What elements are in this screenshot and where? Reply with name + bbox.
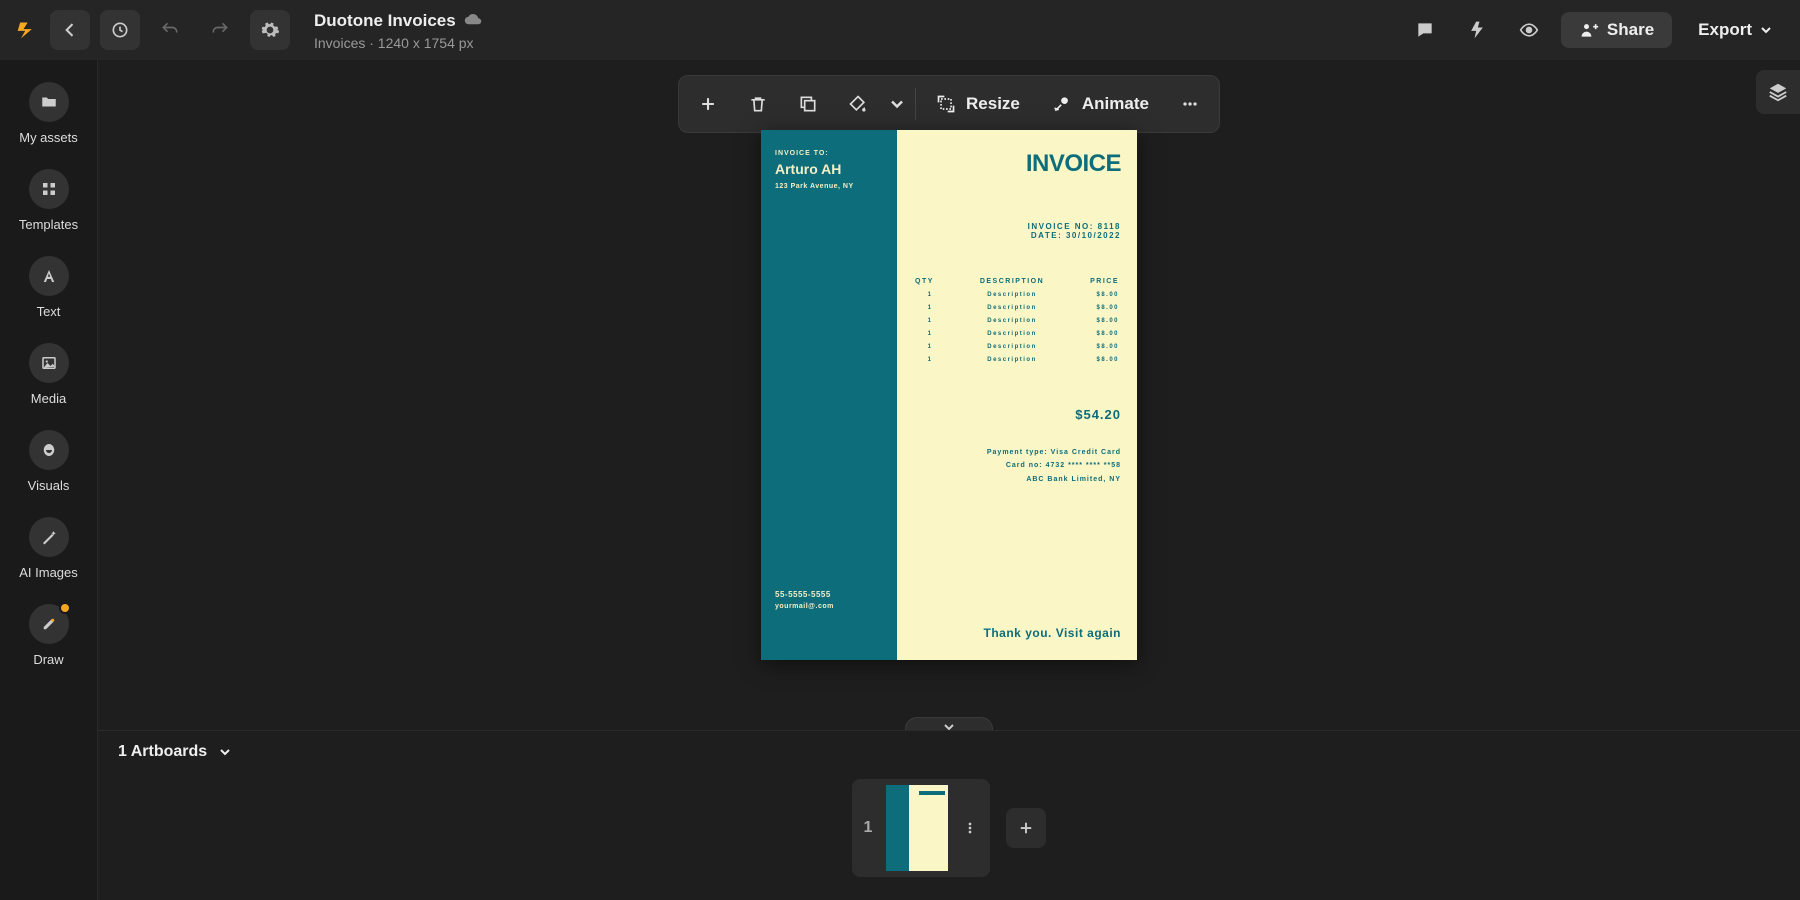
sidebar-item-label: My assets (19, 130, 78, 145)
invoice-total[interactable]: $54.20 (913, 407, 1121, 422)
invoice-bank[interactable]: ABC Bank Limited, NY (913, 473, 1121, 486)
visuals-icon (29, 430, 69, 470)
undo-button[interactable] (150, 10, 190, 50)
th-price: PRICE (1079, 278, 1119, 285)
invoice-number[interactable]: INVOICE NO: 8118 (913, 222, 1121, 231)
share-button[interactable]: Share (1561, 12, 1672, 48)
invoice-row[interactable]: 1Description$8.00 (913, 350, 1121, 363)
brush-icon (29, 604, 69, 644)
artboard-invoice[interactable]: INVOICE TO: Arturo AH 123 Park Avenue, N… (761, 130, 1137, 660)
text-icon (29, 256, 69, 296)
fill-button[interactable] (833, 80, 883, 128)
invoice-row[interactable]: 1Description$8.00 (913, 311, 1121, 324)
artboard-thumbnail[interactable]: 1 (852, 779, 991, 877)
export-label: Export (1698, 20, 1752, 40)
artboards-panel: 1 Artboards 1 (98, 730, 1800, 900)
th-desc: DESCRIPTION (945, 278, 1079, 285)
sidebar-item-label: Text (37, 304, 61, 319)
share-label: Share (1607, 20, 1654, 40)
add-button[interactable] (683, 80, 733, 128)
top-bar-right: Share Export (1405, 10, 1788, 50)
comment-button[interactable] (1405, 10, 1445, 50)
invoice-table[interactable]: QTY DESCRIPTION PRICE 1Description$8.00 … (913, 278, 1121, 363)
invoice-row[interactable]: 1Description$8.00 (913, 298, 1121, 311)
sidebar: My assets Templates Text Media Visuals A… (0, 60, 98, 900)
canvas-area[interactable]: Resize Animate INVOICE TO: Arturo AH 123… (98, 60, 1800, 900)
invoice-to-name[interactable]: Arturo AH (775, 161, 883, 177)
sidebar-item-label: Draw (33, 652, 63, 667)
delete-button[interactable] (733, 80, 783, 128)
invoice-phone[interactable]: 55-5555-5555 (775, 590, 834, 599)
invoice-row[interactable]: 1Description$8.00 (913, 337, 1121, 350)
invoice-card-no[interactable]: Card no: 4732 **** **** **58 (913, 459, 1121, 472)
bolt-button[interactable] (1457, 10, 1497, 50)
invoice-date[interactable]: DATE: 30/10/2022 (913, 231, 1121, 240)
invoice-row[interactable]: 1Description$8.00 (913, 324, 1121, 337)
cloud-sync-icon (464, 10, 482, 33)
invoice-payment-type[interactable]: Payment type: Visa Credit Card (913, 446, 1121, 459)
layers-panel-toggle[interactable] (1756, 70, 1800, 114)
floating-toolbar: Resize Animate (678, 75, 1220, 133)
wand-icon (29, 517, 69, 557)
sidebar-item-text[interactable]: Text (0, 246, 98, 333)
fill-dropdown[interactable] (883, 80, 911, 128)
invoice-to-label[interactable]: INVOICE TO: (775, 150, 883, 157)
folder-icon (29, 82, 69, 122)
title-block: Duotone Invoices Invoices · 1240 x 1754 … (314, 10, 482, 51)
artboards-count: 1 Artboards (118, 743, 207, 761)
top-bar: Duotone Invoices Invoices · 1240 x 1754 … (0, 0, 1800, 60)
add-artboard-button[interactable] (1006, 808, 1046, 848)
chevron-down-icon (217, 744, 233, 760)
sidebar-item-label: Visuals (28, 478, 70, 493)
th-qty: QTY (915, 278, 945, 285)
redo-button[interactable] (200, 10, 240, 50)
invoice-to-address[interactable]: 123 Park Avenue, NY (775, 183, 883, 190)
sidebar-item-draw[interactable]: Draw (0, 594, 98, 681)
preview-button[interactable] (1509, 10, 1549, 50)
notification-dot-icon (59, 602, 71, 614)
animate-button[interactable]: Animate (1036, 80, 1165, 128)
thumbnail-number: 1 (858, 819, 879, 837)
app-logo-icon[interactable] (12, 16, 40, 44)
sidebar-item-visuals[interactable]: Visuals (0, 420, 98, 507)
thumbnail-preview (886, 785, 948, 871)
animate-label: Animate (1082, 94, 1149, 114)
sidebar-item-myassets[interactable]: My assets (0, 72, 98, 159)
invoice-email[interactable]: yourmail@.com (775, 603, 834, 610)
sidebar-item-aiimages[interactable]: AI Images (0, 507, 98, 594)
duplicate-button[interactable] (783, 80, 833, 128)
invoice-row[interactable]: 1Description$8.00 (913, 285, 1121, 298)
resize-button[interactable]: Resize (920, 80, 1036, 128)
invoice-title[interactable]: INVOICE (913, 150, 1121, 178)
clock-icon[interactable] (100, 10, 140, 50)
toolbar-separator (915, 88, 916, 120)
artboards-header[interactable]: 1 Artboards (98, 731, 1800, 773)
sidebar-item-media[interactable]: Media (0, 333, 98, 420)
project-subtitle: Invoices · 1240 x 1754 px (314, 35, 482, 51)
sidebar-item-templates[interactable]: Templates (0, 159, 98, 246)
sidebar-item-label: AI Images (19, 565, 78, 580)
top-bar-left: Duotone Invoices Invoices · 1240 x 1754 … (12, 10, 482, 51)
grid-icon (29, 169, 69, 209)
thumbnail-more-button[interactable] (956, 808, 984, 848)
export-button[interactable]: Export (1684, 12, 1788, 48)
settings-button[interactable] (250, 10, 290, 50)
invoice-thankyou[interactable]: Thank you. Visit again (984, 626, 1121, 640)
resize-label: Resize (966, 94, 1020, 114)
project-title[interactable]: Duotone Invoices (314, 11, 456, 31)
back-button[interactable] (50, 10, 90, 50)
more-button[interactable] (1165, 80, 1215, 128)
sidebar-item-label: Media (31, 391, 66, 406)
sidebar-item-label: Templates (19, 217, 78, 232)
invoice-right-panel: INVOICE INVOICE NO: 8118 DATE: 30/10/202… (897, 130, 1137, 660)
invoice-left-panel: INVOICE TO: Arturo AH 123 Park Avenue, N… (761, 130, 897, 660)
image-icon (29, 343, 69, 383)
